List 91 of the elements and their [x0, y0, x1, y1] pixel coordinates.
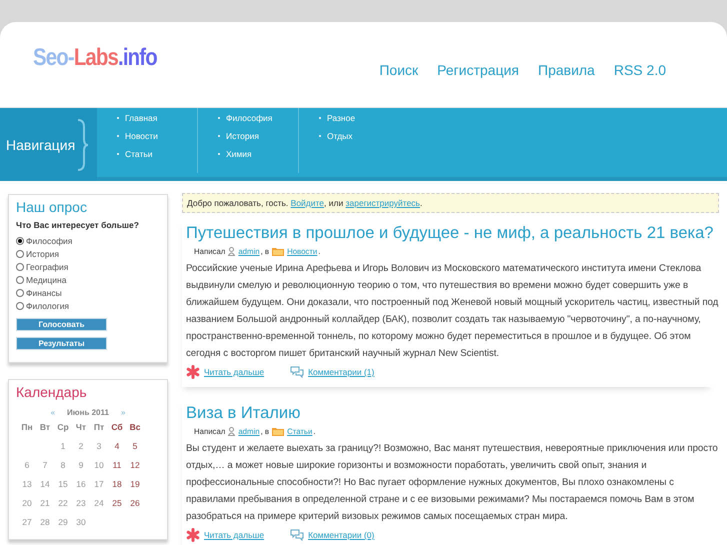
- comments-link[interactable]: Комментарии (1): [308, 367, 374, 377]
- asterisk-icon: [186, 528, 200, 542]
- option-label[interactable]: Философия: [26, 236, 72, 246]
- nav-link[interactable]: Отдых: [319, 130, 379, 142]
- header-link[interactable]: Поиск: [379, 62, 418, 78]
- nav-link[interactable]: Химия: [218, 148, 288, 160]
- calendar-day: 18: [112, 479, 122, 489]
- read-more-link[interactable]: Читать дальше: [204, 367, 264, 377]
- user-icon: [228, 427, 236, 436]
- calendar-day: 19: [130, 479, 140, 489]
- nav-link[interactable]: Разное: [319, 112, 379, 124]
- calendar-day: 1: [60, 441, 66, 451]
- calendar-day: 8: [60, 460, 66, 470]
- calendar-day: 21: [40, 498, 50, 508]
- option-label[interactable]: История: [26, 248, 59, 258]
- calendar-day: 26: [130, 498, 140, 508]
- post-title[interactable]: Виза в Италию: [186, 404, 719, 423]
- calendar-day: 28: [40, 517, 50, 527]
- comment-icon: [290, 366, 304, 378]
- calendar-day: 10: [94, 460, 104, 470]
- option-label[interactable]: Медицина: [26, 274, 66, 284]
- month-title: Июнь 2011: [67, 408, 109, 417]
- calendar-day: 5: [132, 441, 138, 451]
- nav-link[interactable]: Главная: [117, 112, 187, 124]
- post-excerpt: Российские ученые Ирина Арефьева и Игорь Волович из Московского математического института имени Стеклова выдвинули смелую и революционную теорию о том, что путешествия во времени можно будет совершить уже в ближайшем будущем. Они доказали, что построенный под Женевой новый мощный ускоритель частиц, известный под названием Большой андронный коллайдер (БАК), позволит создать так называемую "червоточину", а по-научному, пространственно-временной тоннель, по которому можно будет переместиться в прошлое и в будущее. Об этом сегодня с восторгом пишет британский научный журнал New Scientist.: [186, 262, 719, 361]
- asterisk-icon: [186, 365, 200, 379]
- header-link[interactable]: Правила: [538, 62, 595, 78]
- weekday-label: Пн: [21, 422, 33, 432]
- calendar-day: 27: [22, 517, 32, 527]
- weekday-label: Пт: [94, 422, 104, 432]
- weekday-label: Ср: [57, 422, 69, 432]
- login-link[interactable]: Войдите: [290, 198, 324, 208]
- calendar-day: 15: [58, 479, 68, 489]
- register-link[interactable]: зарегистрируйтесь: [346, 198, 420, 208]
- calendar-day: 23: [76, 498, 86, 508]
- post-excerpt: Вы студент и желаете выехать за границу?! Возможно, Вас манят путешествия, невероятные приключения или просто отдых,… а может новые широкие горизонты и возможности поработать, увеличить свой опыт, знания и профессиональные способности?! Но Вас пугает оформление нужных документов, Вы плохо ознакомлены с правилами пребывания в определенной стране и с ее визовыми режимами? Мы постараемся помочь Вам в этом разобраться на примере критерий визовых режимов самых посещаемых стран мира.: [186, 442, 719, 524]
- radio-button[interactable]: [16, 288, 24, 296]
- calendar-day: 22: [58, 498, 68, 508]
- calendar-day: 9: [78, 460, 84, 470]
- nav-link[interactable]: История: [218, 130, 288, 142]
- next-month-link[interactable]: »: [120, 408, 126, 417]
- navigation-title: Навигация: [6, 136, 76, 152]
- calendar-day: 20: [22, 498, 32, 508]
- calendar-day: 17: [94, 479, 104, 489]
- comments-link[interactable]: Комментарии (0): [308, 530, 374, 540]
- calendar-day: 25: [112, 498, 122, 508]
- brace-icon: [77, 118, 90, 170]
- poll-button[interactable]: Голосовать: [16, 318, 107, 331]
- calendar-day: 6: [24, 460, 30, 470]
- panel-title: Наш опрос: [16, 199, 88, 215]
- weekday-label: Вт: [40, 422, 50, 432]
- poll-question: Что Вас интересует больше?: [16, 220, 140, 230]
- previous-month-link[interactable]: «: [50, 408, 56, 417]
- calendar-day: 2: [78, 441, 84, 451]
- user-icon: [228, 247, 236, 256]
- option-label[interactable]: Филология: [26, 300, 70, 310]
- radio-button[interactable]: [16, 236, 24, 244]
- comment-icon: [290, 529, 304, 541]
- post-title[interactable]: Путешествия в прошлое и будущее - не миф, а реальность 21 века?: [186, 224, 719, 243]
- radio-button[interactable]: [16, 250, 24, 258]
- weekday-label: Сб: [111, 422, 123, 432]
- calendar-day: 16: [76, 479, 86, 489]
- radio-button[interactable]: [16, 302, 24, 310]
- calendar-day: 14: [40, 479, 50, 489]
- nav-link[interactable]: Статьи: [117, 148, 187, 160]
- option-label[interactable]: География: [26, 262, 68, 272]
- calendar-day: 11: [112, 460, 122, 470]
- calendar-day: 3: [96, 441, 102, 451]
- option-label[interactable]: Финансы: [26, 288, 62, 298]
- poll-button[interactable]: Результаты: [16, 337, 107, 350]
- nav-link[interactable]: Философия: [218, 112, 288, 124]
- calendar-day: 24: [94, 498, 104, 508]
- panel-title: Календарь: [16, 384, 88, 400]
- weekday-label: Чт: [76, 422, 86, 432]
- site-logo[interactable]: Seo-Labs.info: [33, 44, 157, 72]
- read-more-link[interactable]: Читать дальше: [204, 530, 264, 540]
- folder-icon: [272, 247, 284, 256]
- weekday-label: Вс: [130, 422, 140, 432]
- calendar-day: 30: [76, 517, 86, 527]
- calendar-day: 13: [22, 479, 32, 489]
- nav-link[interactable]: Новости: [117, 130, 187, 142]
- header-link[interactable]: Регистрация: [437, 62, 519, 78]
- calendar-day: 4: [114, 441, 120, 451]
- radio-button[interactable]: [16, 276, 24, 284]
- calendar-day: 12: [130, 460, 140, 470]
- radio-button[interactable]: [16, 262, 24, 270]
- calendar-day: 7: [42, 460, 48, 470]
- folder-icon: [272, 427, 284, 436]
- calendar-day: 29: [58, 517, 68, 527]
- welcome-notice: Добро пожаловать, гость. Войдите, или зарегистрируйтесь.: [182, 193, 719, 213]
- header-link[interactable]: RSS 2.0: [614, 62, 666, 78]
